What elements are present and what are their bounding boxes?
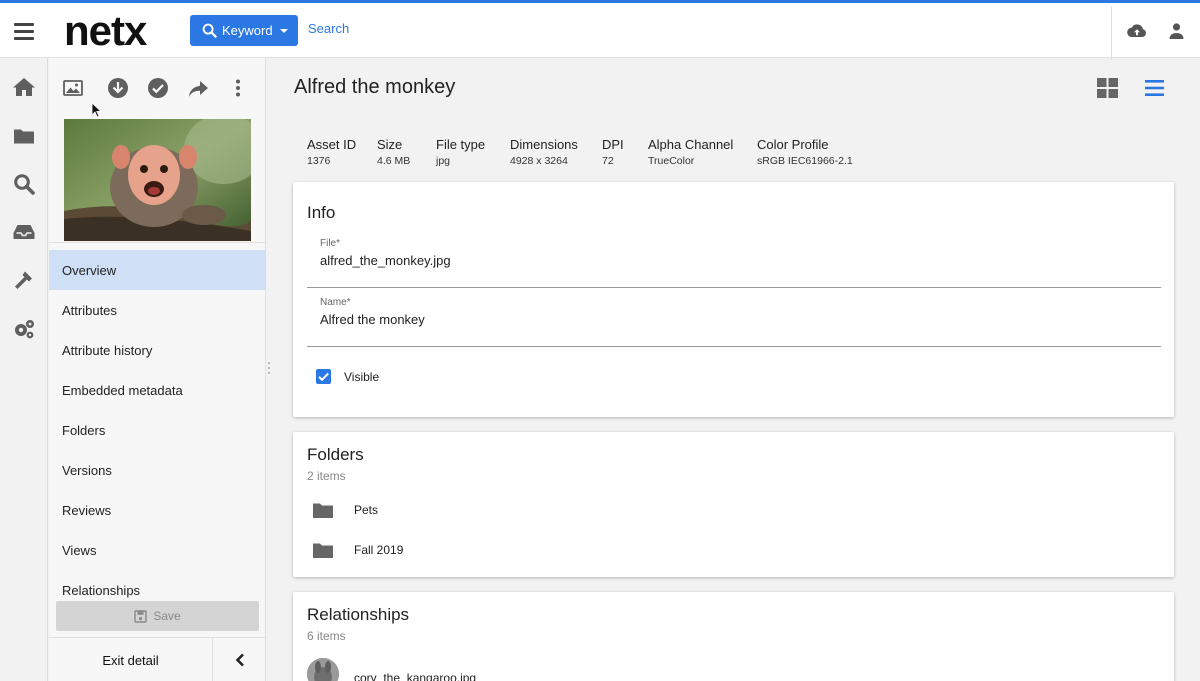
divider [49,242,266,243]
menu-icon[interactable] [14,23,34,40]
folders-count: 2 items [307,469,346,483]
visible-checkbox[interactable] [316,369,331,384]
meta-label: DPI [602,137,624,152]
meta-size: Size 4.6 MB [377,137,410,167]
meta-label: Dimensions [510,137,578,152]
logo: netx [64,7,147,54]
save-label: Save [153,609,181,623]
relationship-item[interactable]: cory_the_kangaroo.jpg [307,658,607,681]
chevron-left-icon [235,653,244,667]
meta-value: TrueColor [648,155,695,167]
left-rail [0,58,48,681]
folder-icon [313,543,333,558]
home-icon[interactable] [12,75,36,99]
folders-card: Folders 2 items Pets Fall 2019 [293,432,1174,577]
page-title: Alfred the monkey [294,76,456,98]
relationships-card-title: Relationships [307,605,410,624]
check-icon [318,372,329,382]
meta-value: sRGB IEC61966-2.1 [757,155,853,167]
search-icon [202,23,217,38]
meta-asset-id: Asset ID 1376 [307,137,356,167]
user-icon[interactable] [1169,23,1184,39]
hammer-icon[interactable] [12,268,36,292]
nav-item-attributes[interactable]: Attributes [49,290,266,330]
name-field-label: Name* [320,297,351,308]
asset-thumbnail[interactable] [64,119,251,241]
collapse-panel-button[interactable] [213,638,266,681]
divider [1111,6,1112,60]
nav-item-reviews[interactable]: Reviews [49,490,266,530]
search-icon[interactable] [12,172,36,196]
meta-dpi: DPI 72 [602,137,624,167]
meta-value: 72 [602,155,614,167]
meta-label: Asset ID [307,137,357,152]
download-icon[interactable] [107,77,129,99]
search-mode-label: Keyword [222,23,273,38]
nav-item-versions[interactable]: Versions [49,450,266,490]
file-field: File* [307,238,1161,288]
caret-down-icon [279,28,288,33]
cloud-upload-icon[interactable] [1127,23,1147,39]
folder-icon[interactable] [12,124,36,148]
relationships-count: 6 items [307,629,346,643]
exit-row: Exit detail [49,637,266,681]
grid-view-icon[interactable] [1097,78,1118,98]
nav-item-views[interactable]: Views [49,530,266,570]
name-input[interactable] [320,312,1140,327]
name-field: Name* [307,297,1161,347]
folders-card-title: Folders [307,445,364,464]
relationships-card: Relationships 6 items cory_the_kangaroo.… [293,592,1174,681]
info-card-title: Info [307,203,336,222]
meta-color-profile: Color Profile sRGB IEC61966-2.1 [757,137,853,167]
folder-item-label: Fall 2019 [354,543,404,557]
panel-resize-handle[interactable] [268,362,271,380]
meta-value: jpg [436,155,451,167]
exit-detail-button[interactable]: Exit detail [49,638,212,681]
folder-item[interactable]: Fall 2019 [313,539,513,563]
share-icon[interactable] [187,77,209,99]
meta-label: Alpha Channel [648,137,734,152]
nav-item-folders[interactable]: Folders [49,410,266,450]
detail-panel: Overview Attributes Attribute history Em… [49,58,266,681]
save-icon [134,609,148,623]
meta-dimensions: Dimensions 4928 x 3264 [510,137,578,167]
file-input[interactable] [320,253,1140,268]
relationship-item-label: cory_the_kangaroo.jpg [354,671,477,681]
list-view-icon[interactable] [1145,79,1164,97]
info-card: Info File* Name* Visible [293,182,1174,417]
save-button[interactable]: Save [56,601,259,631]
check-circle-icon[interactable] [147,77,169,99]
nav-item-embedded-metadata[interactable]: Embedded metadata [49,370,266,410]
search-mode-dropdown[interactable]: Keyword [190,15,298,46]
search-input[interactable] [308,21,908,36]
nav-item-relationships[interactable]: Relationships [49,570,266,598]
meta-label: Color Profile [757,137,829,152]
file-field-label: File* [320,238,341,249]
meta-value: 4928 x 3264 [510,155,568,167]
top-bar: netx Keyword [0,0,1200,60]
folder-item-label: Pets [354,503,379,517]
nav-item-attribute-history[interactable]: Attribute history [49,330,266,370]
inbox-icon[interactable] [12,220,36,244]
image-icon[interactable] [62,77,84,99]
kangaroo-image [307,658,339,681]
meta-label: Size [377,137,403,152]
nav-item-overview[interactable]: Overview [49,250,266,290]
meta-value: 1376 [307,155,331,167]
meta-alpha-channel: Alpha Channel TrueColor [648,137,733,167]
monkey-image [64,119,251,241]
folder-item[interactable]: Pets [313,499,513,523]
meta-value: 4.6 MB [377,155,411,167]
settings-icon[interactable] [12,317,36,341]
folder-icon [313,503,333,518]
more-vert-icon[interactable] [227,77,249,99]
relationship-thumbnail [307,658,339,681]
visible-label: Visible [344,370,380,384]
meta-label: File type [436,137,486,152]
mouse-cursor-icon [91,102,102,118]
meta-file-type: File type jpg [436,137,485,167]
